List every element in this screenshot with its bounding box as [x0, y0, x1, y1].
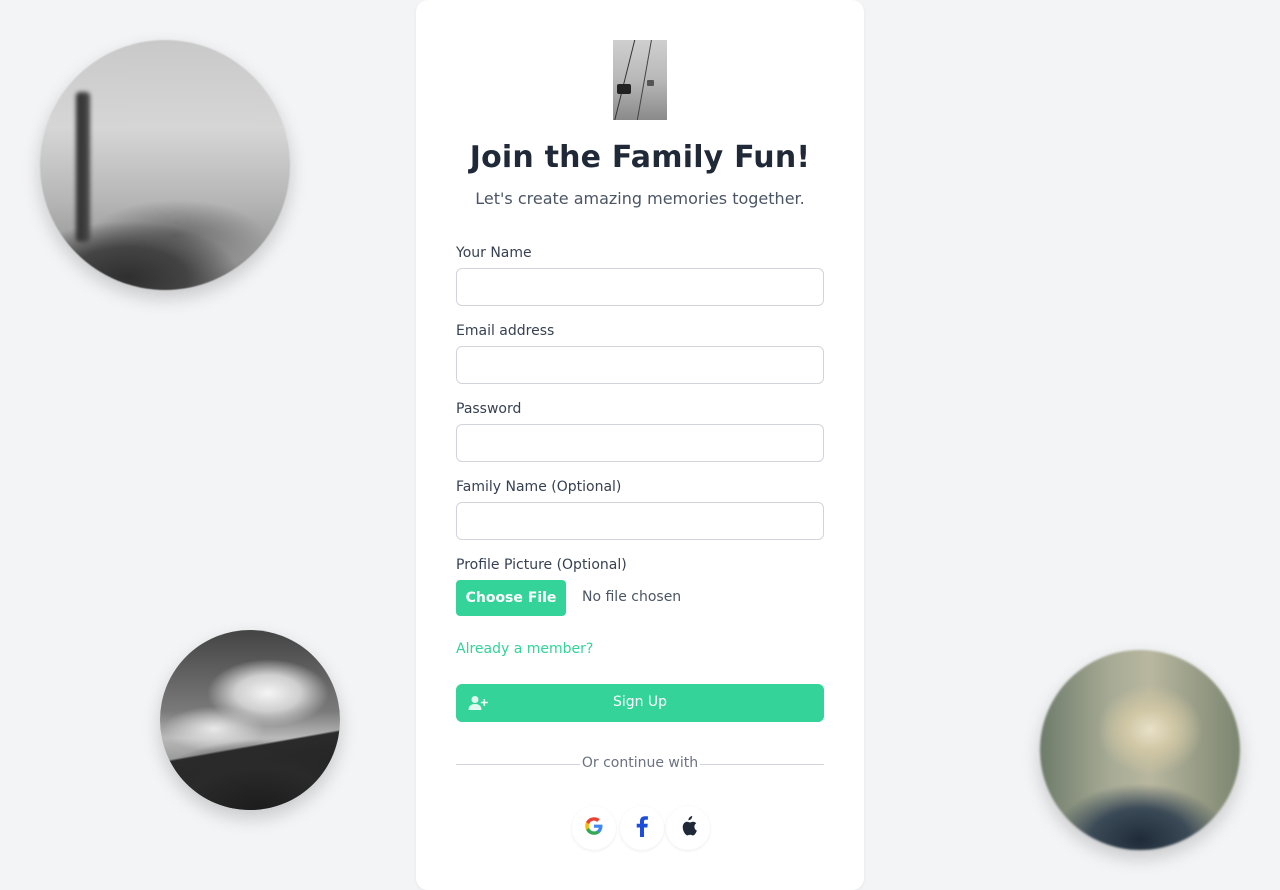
- already-member-link[interactable]: Already a member?: [456, 641, 593, 657]
- name-label: Your Name: [456, 245, 532, 261]
- logo-cable: [613, 40, 637, 120]
- divider-text: Or continue with: [581, 755, 699, 771]
- name-input[interactable]: [456, 268, 824, 306]
- google-icon: [583, 815, 605, 841]
- decor-hill: [160, 740, 340, 810]
- sign-up-button[interactable]: Sign Up: [456, 684, 824, 722]
- family-name-input[interactable]: [456, 502, 824, 540]
- page-title: Join the Family Fun!: [469, 140, 811, 175]
- password-input[interactable]: [456, 424, 824, 462]
- google-signin-button[interactable]: [572, 806, 616, 850]
- apple-signin-button[interactable]: [666, 806, 710, 850]
- facebook-signin-button[interactable]: [620, 806, 664, 850]
- decor-photo-forest-rail: [1040, 650, 1240, 850]
- page-subtitle: Let's create amazing memories together.: [475, 189, 805, 208]
- decor-photo-mountains: [160, 630, 340, 810]
- sign-up-label: Sign Up: [612, 694, 668, 710]
- facebook-icon: [635, 815, 649, 841]
- decor-photo-rocks: [40, 40, 290, 290]
- email-label: Email address: [456, 323, 555, 339]
- decor-post: [76, 92, 90, 242]
- profile-picture-label: Profile Picture (Optional): [456, 557, 627, 573]
- logo-image: [613, 40, 667, 120]
- apple-icon: [679, 816, 697, 840]
- email-input[interactable]: [456, 346, 824, 384]
- logo-gondola: [647, 80, 654, 86]
- signup-card: Join the Family Fun! Let's create amazin…: [416, 0, 864, 890]
- password-label: Password: [456, 401, 522, 417]
- divider-line-right: [700, 764, 824, 765]
- file-status: No file chosen: [582, 589, 682, 605]
- family-name-label: Family Name (Optional): [456, 479, 622, 495]
- choose-file-button[interactable]: Choose File: [456, 580, 566, 616]
- logo-gondola: [617, 84, 631, 94]
